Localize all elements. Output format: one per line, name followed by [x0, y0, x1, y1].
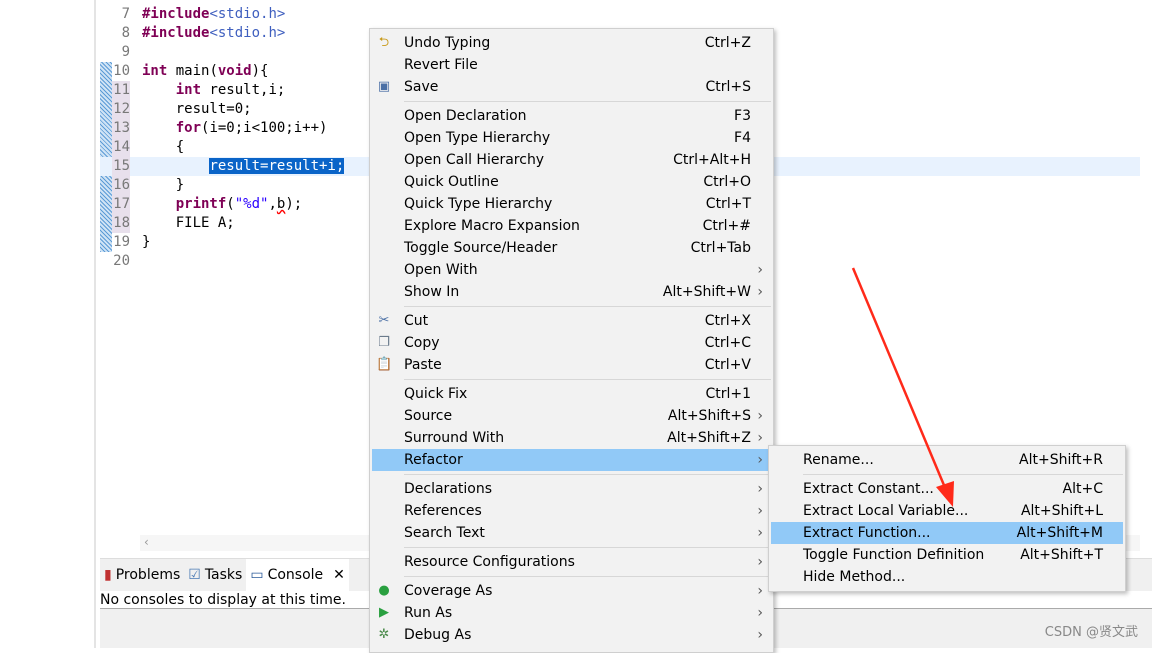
watermark: CSDN @贤文武: [1044, 625, 1138, 640]
annotation-arrow: [851, 267, 954, 507]
